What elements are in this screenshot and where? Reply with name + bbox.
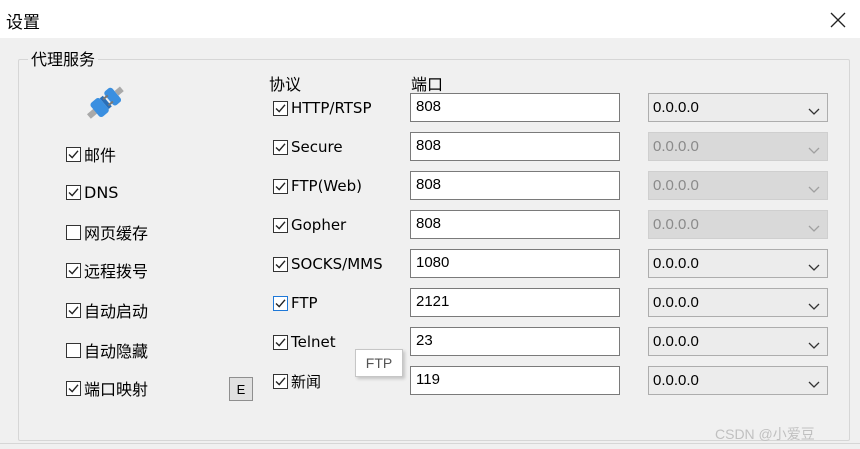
dropdown-arrow xyxy=(808,103,820,120)
protocol-checkbox[interactable]: Secure xyxy=(273,136,343,158)
port-header: 端口 xyxy=(411,75,444,94)
dialog-body: 代理服务 邮件 DNS 网页缓存远程拨号自动启动自动隐藏端口映射 E 协议 端口 H… xyxy=(0,38,860,449)
protocol-checkbox[interactable]: Telnet xyxy=(273,331,336,353)
bind-address-select[interactable]: 0.0.0.0 xyxy=(648,327,828,356)
checkbox-box[interactable] xyxy=(273,217,288,233)
port-input[interactable]: 23 xyxy=(410,327,620,356)
service-label: 自动启动 xyxy=(84,302,149,321)
protocol-label: Secure xyxy=(291,138,343,156)
dropdown-arrow xyxy=(808,298,820,315)
bind-address-select: 0.0.0.0 xyxy=(648,171,828,200)
port-input[interactable]: 1080 xyxy=(410,249,620,278)
chevron-down-icon xyxy=(808,186,820,193)
checkbox-box[interactable] xyxy=(66,146,81,162)
port-input[interactable]: 808 xyxy=(410,210,620,239)
dropdown-arrow xyxy=(808,376,820,393)
service-label: 网页缓存 xyxy=(84,224,149,243)
checkbox-box[interactable] xyxy=(273,295,288,311)
service-label: 自动隐藏 xyxy=(84,342,149,361)
bind-address-select[interactable]: 0.0.0.0 xyxy=(648,93,828,122)
service-checkbox[interactable]: 自动启动 xyxy=(66,299,148,321)
bind-address-select[interactable]: 0.0.0.0 xyxy=(648,249,828,278)
dropdown-arrow xyxy=(808,181,820,198)
watermark: CSDN @小爱豆 xyxy=(715,426,815,442)
service-checkbox[interactable]: 端口映射 xyxy=(66,377,148,399)
protocol-label: FTP(Web) xyxy=(291,177,362,195)
port-input[interactable]: 808 xyxy=(410,132,620,161)
checkbox-box[interactable] xyxy=(273,256,288,272)
chevron-down-icon xyxy=(808,225,820,232)
protocol-label: Telnet xyxy=(291,333,336,351)
dropdown-arrow xyxy=(808,259,820,276)
service-label: 邮件 xyxy=(84,146,117,165)
protocol-label: SOCKS/MMS xyxy=(291,255,383,273)
dropdown-arrow xyxy=(808,220,820,237)
checkbox-box[interactable] xyxy=(273,373,288,389)
checkbox-box[interactable] xyxy=(66,224,81,240)
bind-address-select[interactable]: 0.0.0.0 xyxy=(648,288,828,317)
protocol-checkbox[interactable]: HTTP/RTSP xyxy=(273,97,372,119)
bind-address-value: 0.0.0.0 xyxy=(653,99,699,116)
group-title: 代理服务 xyxy=(28,46,99,70)
close-icon xyxy=(830,12,846,28)
bind-address-value: 0.0.0.0 xyxy=(653,216,699,233)
service-checkbox[interactable]: 网页缓存 xyxy=(66,221,148,243)
service-label: DNS xyxy=(84,182,119,202)
protocol-checkbox[interactable]: FTP(Web) xyxy=(273,175,362,197)
service-checkbox[interactable]: 远程拨号 xyxy=(66,259,148,281)
checkbox-box[interactable] xyxy=(66,262,81,278)
checkbox-box[interactable] xyxy=(273,139,288,155)
chevron-down-icon xyxy=(808,342,820,349)
chevron-down-icon xyxy=(808,381,820,388)
bind-address-value: 0.0.0.0 xyxy=(653,255,699,272)
checkbox-box[interactable] xyxy=(66,184,81,200)
port-input[interactable]: 808 xyxy=(410,93,620,122)
protocol-checkbox[interactable]: SOCKS/MMS xyxy=(273,253,383,275)
chevron-down-icon xyxy=(808,147,820,154)
checkbox-box[interactable] xyxy=(273,178,288,194)
checkbox-box[interactable] xyxy=(273,334,288,350)
dropdown-arrow xyxy=(808,337,820,354)
plug-connection-icon xyxy=(86,86,124,119)
bind-address-value: 0.0.0.0 xyxy=(653,333,699,350)
chevron-down-icon xyxy=(808,108,820,115)
protocol-label: Gopher xyxy=(291,216,347,234)
checkbox-box[interactable] xyxy=(273,100,288,116)
port-input[interactable]: 808 xyxy=(410,171,620,200)
title-bar: 设置 xyxy=(0,0,860,38)
protocol-header: 协议 xyxy=(269,75,302,94)
protocol-checkbox[interactable]: 新闻 xyxy=(273,370,321,392)
protocol-checkbox[interactable]: Gopher xyxy=(273,214,346,236)
service-checkbox[interactable]: 自动隐藏 xyxy=(66,339,148,361)
bind-address-select[interactable]: 0.0.0.0 xyxy=(648,366,828,395)
window-title: 设置 xyxy=(6,13,40,33)
port-input[interactable]: 119 xyxy=(410,366,620,395)
protocol-label: HTTP/RTSP xyxy=(291,99,372,117)
port-mapping-edit-button[interactable]: E xyxy=(229,377,253,401)
service-checkbox[interactable]: 邮件 xyxy=(66,143,116,165)
bind-address-select: 0.0.0.0 xyxy=(648,210,828,239)
dropdown-arrow xyxy=(808,142,820,159)
protocol-label: 新闻 xyxy=(291,372,322,391)
protocol-label: FTP xyxy=(291,294,318,312)
checkbox-box[interactable] xyxy=(66,380,81,396)
service-label: 远程拨号 xyxy=(84,262,149,281)
port-input[interactable]: 2121 xyxy=(410,288,620,317)
bind-address-value: 0.0.0.0 xyxy=(653,294,699,311)
bind-address-select: 0.0.0.0 xyxy=(648,132,828,161)
bind-address-value: 0.0.0.0 xyxy=(653,372,699,389)
chevron-down-icon xyxy=(808,264,820,271)
close-button[interactable] xyxy=(818,4,858,34)
service-checkbox[interactable]: DNS xyxy=(66,181,118,203)
protocol-checkbox[interactable]: FTP xyxy=(273,292,318,314)
tooltip: FTP xyxy=(355,349,403,377)
bind-address-value: 0.0.0.0 xyxy=(653,177,699,194)
bind-address-value: 0.0.0.0 xyxy=(653,138,699,155)
service-label: 端口映射 xyxy=(84,380,149,399)
checkbox-box[interactable] xyxy=(66,342,81,358)
checkbox-box[interactable] xyxy=(66,302,81,318)
chevron-down-icon xyxy=(808,303,820,310)
